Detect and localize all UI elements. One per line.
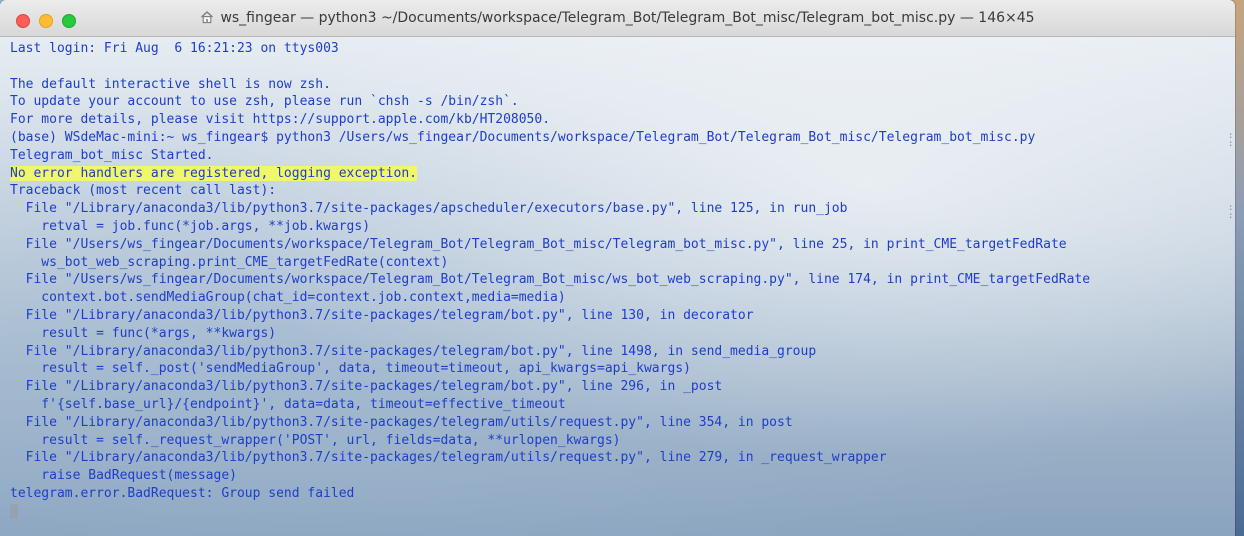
terminal-line-text: File "/Users/ws_fingear/Documents/worksp…: [10, 236, 1067, 252]
terminal-line: File "/Library/anaconda3/lib/python3.7/s…: [10, 200, 1090, 218]
terminal-line-text: result = self._post('sendMediaGroup', da…: [10, 361, 691, 377]
terminal-line-text: retval = job.func(*job.args, **job.kwarg…: [10, 218, 371, 234]
terminal-line-text: For more details, please visit https://s…: [10, 112, 551, 128]
terminal-line-text: result = self._request_wrapper('POST', u…: [10, 432, 621, 448]
terminal-line-text: The default interactive shell is now zsh…: [10, 76, 331, 92]
terminal-line: raise BadRequest(message): [10, 467, 1090, 485]
terminal-line-text: File "/Library/anaconda3/lib/python3.7/s…: [10, 201, 848, 217]
terminal-line-text: Telegram_bot_misc Started.: [10, 147, 214, 163]
terminal-line-text: File "/Users/ws_fingear/Documents/worksp…: [10, 272, 1091, 288]
terminal-line: File "/Library/anaconda3/lib/python3.7/s…: [10, 307, 1090, 325]
terminal-line: ws_bot_web_scraping.print_CME_targetFedR…: [10, 254, 1090, 272]
terminal-line-text: File "/Library/anaconda3/lib/python3.7/s…: [10, 379, 723, 395]
terminal-line: Traceback (most recent call last):: [10, 182, 1090, 200]
terminal-line-text: result = func(*args, **kwargs): [10, 325, 277, 341]
terminal-line: For more details, please visit https://s…: [10, 111, 1090, 129]
minimize-button[interactable]: [39, 14, 53, 28]
terminal-line: File "/Users/ws_fingear/Documents/worksp…: [10, 236, 1090, 254]
zoom-button[interactable]: [62, 14, 76, 28]
terminal-line: To update your account to use zsh, pleas…: [10, 93, 1090, 111]
terminal-line: result = self._post('sendMediaGroup', da…: [10, 360, 1090, 378]
terminal-line-text: context.bot.sendMediaGroup(chat_id=conte…: [10, 290, 566, 306]
terminal-line: f'{self.base_url}/{endpoint}', data=data…: [10, 396, 1090, 414]
terminal-line-text: No error handlers are registered, loggin…: [10, 165, 417, 181]
terminal-line-text: File "/Library/anaconda3/lib/python3.7/s…: [10, 414, 793, 430]
terminal-line: File "/Users/ws_fingear/Documents/worksp…: [10, 271, 1090, 289]
terminal-prompt-line[interactable]: [10, 503, 1090, 521]
terminal-line: File "/Library/anaconda3/lib/python3.7/s…: [10, 378, 1090, 396]
scrollbar-marks[interactable]: ::::: [1228, 132, 1233, 221]
terminal-line-text: File "/Library/anaconda3/lib/python3.7/s…: [10, 450, 887, 466]
terminal-line: telegram.error.BadRequest: Group send fa…: [10, 485, 1090, 503]
terminal-line-text: Traceback (most recent call last):: [10, 183, 277, 199]
terminal-line-text: File "/Library/anaconda3/lib/python3.7/s…: [10, 343, 817, 359]
terminal-line: File "/Library/anaconda3/lib/python3.7/s…: [10, 449, 1090, 467]
terminal-line: File "/Library/anaconda3/lib/python3.7/s…: [10, 343, 1090, 361]
terminal-line: context.bot.sendMediaGroup(chat_id=conte…: [10, 289, 1090, 307]
terminal-content[interactable]: Last login: Fri Aug 6 16:21:23 on ttys00…: [0, 37, 1235, 536]
terminal-line: retval = job.func(*job.args, **job.kwarg…: [10, 218, 1090, 236]
terminal-line-text: Last login: Fri Aug 6 16:21:23 on ttys00…: [10, 41, 339, 56]
terminal-line-text: raise BadRequest(message): [10, 468, 237, 484]
window-title: ws_fingear — python3 ~/Documents/workspa…: [220, 10, 1035, 26]
terminal-line-text: ws_bot_web_scraping.print_CME_targetFedR…: [10, 254, 449, 270]
terminal-line: The default interactive shell is now zsh…: [10, 76, 1090, 94]
terminal-line-text: telegram.error.BadRequest: Group send fa…: [10, 485, 355, 501]
terminal-line-text: To update your account to use zsh, pleas…: [10, 94, 519, 110]
terminal-line: Last login: Fri Aug 6 16:21:23 on ttys00…: [10, 40, 1090, 58]
terminal-line: Telegram_bot_misc Started.: [10, 147, 1090, 165]
terminal-output: Last login: Fri Aug 6 16:21:23 on ttys00…: [10, 40, 1090, 521]
terminal-line: result = self._request_wrapper('POST', u…: [10, 432, 1090, 450]
close-button[interactable]: [16, 14, 30, 28]
text-cursor: [10, 503, 18, 519]
terminal-line-text: f'{self.base_url}/{endpoint}', data=data…: [10, 396, 566, 412]
title-container: ws_fingear — python3 ~/Documents/workspa…: [0, 0, 1235, 36]
terminal-line-text: (base) WSdeMac-mini:~ ws_fingear$ python…: [10, 129, 1036, 145]
terminal-line: File "/Library/anaconda3/lib/python3.7/s…: [10, 414, 1090, 432]
home-folder-icon: [201, 11, 214, 24]
terminal-line-highlighted: No error handlers are registered, loggin…: [10, 165, 1090, 183]
terminal-line: result = func(*args, **kwargs): [10, 325, 1090, 343]
terminal-line: (base) WSdeMac-mini:~ ws_fingear$ python…: [10, 129, 1090, 147]
terminal-window: ws_fingear — python3 ~/Documents/workspa…: [0, 0, 1235, 536]
terminal-line-text: File "/Library/anaconda3/lib/python3.7/s…: [10, 307, 754, 323]
title-bar[interactable]: ws_fingear — python3 ~/Documents/workspa…: [0, 0, 1235, 37]
